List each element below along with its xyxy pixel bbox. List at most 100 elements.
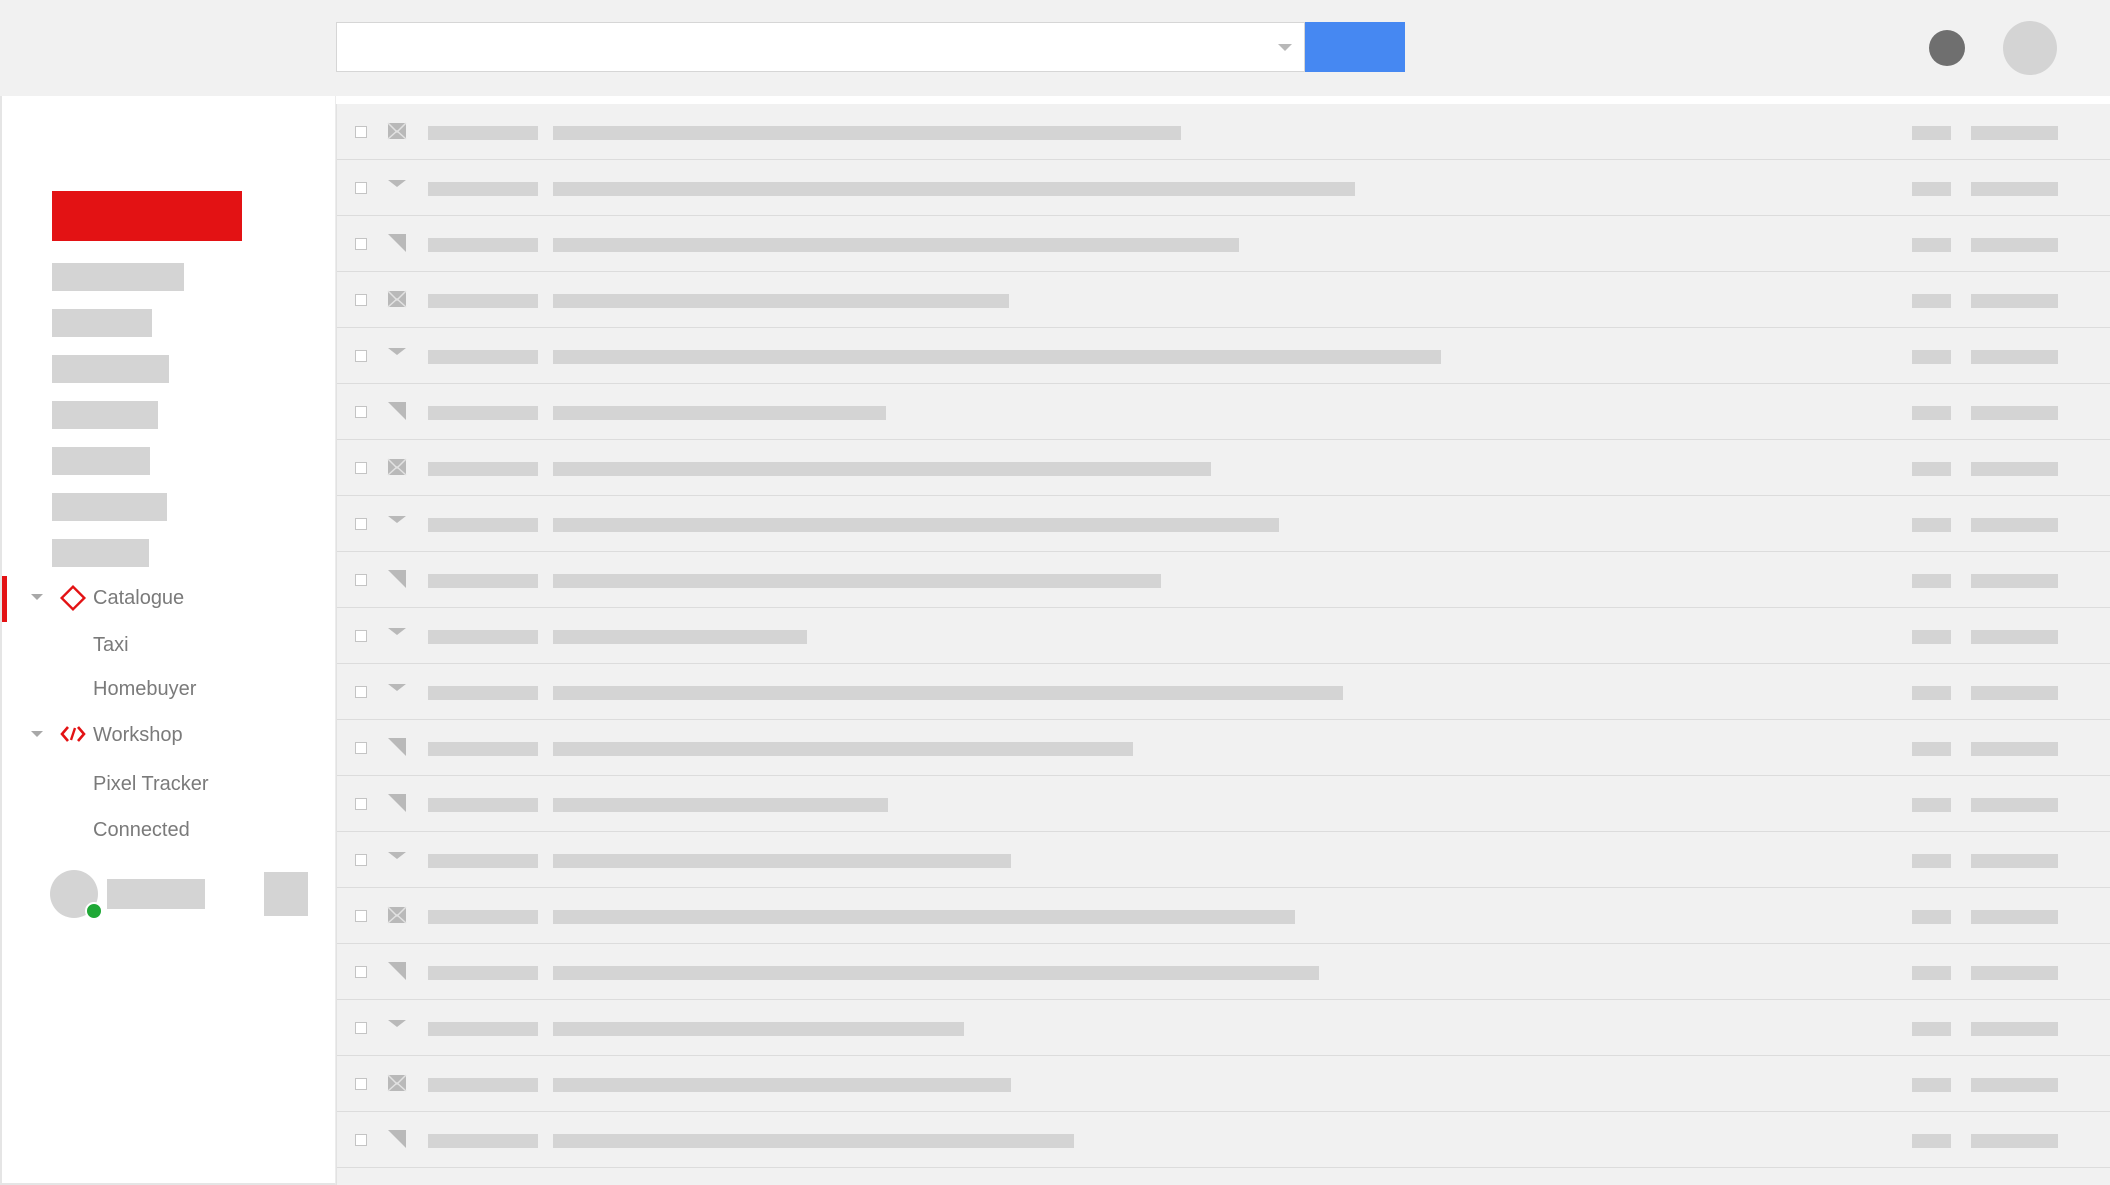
search-input[interactable] [337,23,1304,71]
date-placeholder [1971,406,2058,420]
row-checkbox[interactable] [355,966,367,978]
row-checkbox[interactable] [355,238,367,250]
user-menu-button[interactable] [264,872,308,916]
tag-placeholder [1912,350,1951,364]
subject-placeholder [553,182,1355,196]
top-bar [0,0,2110,96]
row-checkbox[interactable] [355,630,367,642]
table-row[interactable] [337,888,2110,944]
row-checkbox[interactable] [355,294,367,306]
chevron-down-icon[interactable] [1278,44,1292,51]
table-row[interactable] [337,272,2110,328]
status-dot-icon[interactable] [1929,30,1965,66]
sender-placeholder [428,406,538,420]
date-placeholder [1971,798,2058,812]
row-checkbox[interactable] [355,798,367,810]
chevron-down-icon[interactable] [31,731,43,737]
flag-icon [388,1130,406,1148]
subject-placeholder [553,574,1161,588]
table-row[interactable] [337,384,2110,440]
row-checkbox[interactable] [355,126,367,138]
triangle-down-icon [388,684,406,691]
row-checkbox[interactable] [355,406,367,418]
row-checkbox[interactable] [355,182,367,194]
envelope-icon [387,1074,407,1092]
table-row[interactable] [337,944,2110,1000]
table-row[interactable] [337,1112,2110,1168]
row-checkbox[interactable] [355,1078,367,1090]
tag-placeholder [1912,686,1951,700]
sidebar-item[interactable] [52,263,184,291]
table-row[interactable] [337,1000,2110,1056]
row-checkbox[interactable] [355,910,367,922]
row-checkbox[interactable] [355,1134,367,1146]
table-row[interactable] [337,832,2110,888]
row-checkbox[interactable] [355,686,367,698]
tag-placeholder [1912,126,1951,140]
sidebar-item[interactable] [52,447,150,475]
table-row[interactable] [337,328,2110,384]
tag-placeholder [1912,910,1951,924]
date-placeholder [1971,182,2058,196]
flag-icon [388,402,406,420]
profile-avatar[interactable] [2003,21,2057,75]
subject-placeholder [553,126,1181,140]
subject-placeholder [553,350,1441,364]
subject-placeholder [553,518,1279,532]
mail-app: Catalogue Taxi Homebuyer Workshop Pixel … [0,0,2110,1185]
table-row[interactable] [337,104,2110,160]
subject-placeholder [553,742,1133,756]
folder-label-catalogue[interactable]: Catalogue [93,586,184,610]
compose-button[interactable] [52,191,242,241]
sender-placeholder [428,798,538,812]
search-button[interactable] [1305,22,1405,72]
date-placeholder [1971,462,2058,476]
subfolder-connected[interactable]: Connected [93,818,190,842]
date-placeholder [1971,238,2058,252]
table-row[interactable] [337,496,2110,552]
date-placeholder [1971,742,2058,756]
sender-placeholder [428,294,538,308]
sidebar-item[interactable] [52,355,169,383]
table-row[interactable] [337,664,2110,720]
subfolder-homebuyer[interactable]: Homebuyer [93,677,196,701]
sender-placeholder [428,350,538,364]
sender-placeholder [428,238,538,252]
envelope-icon [387,122,407,140]
subject-placeholder [553,406,886,420]
sidebar-item[interactable] [52,493,167,521]
sidebar-item[interactable] [52,309,152,337]
folder-label-workshop[interactable]: Workshop [93,723,183,747]
table-row[interactable] [337,776,2110,832]
diamond-icon [59,584,87,612]
subfolder-pixel-tracker[interactable]: Pixel Tracker [93,772,209,796]
subject-placeholder [553,1022,964,1036]
row-checkbox[interactable] [355,462,367,474]
table-row[interactable] [337,552,2110,608]
subfolder-taxi[interactable]: Taxi [93,633,129,657]
search-box[interactable] [336,22,1305,72]
subject-placeholder [553,1134,1074,1148]
table-row[interactable] [337,720,2110,776]
sender-placeholder [428,966,538,980]
sender-placeholder [428,182,538,196]
date-placeholder [1971,518,2058,532]
table-row[interactable] [337,160,2110,216]
tag-placeholder [1912,574,1951,588]
row-checkbox[interactable] [355,518,367,530]
chevron-down-icon[interactable] [31,594,43,600]
sender-placeholder [428,742,538,756]
row-checkbox[interactable] [355,350,367,362]
table-row[interactable] [337,440,2110,496]
sidebar-item[interactable] [52,539,149,567]
table-row[interactable] [337,216,2110,272]
triangle-down-icon [388,1020,406,1027]
row-checkbox[interactable] [355,1022,367,1034]
sidebar-item[interactable] [52,401,158,429]
sender-placeholder [428,854,538,868]
row-checkbox[interactable] [355,574,367,586]
row-checkbox[interactable] [355,742,367,754]
table-row[interactable] [337,1056,2110,1112]
row-checkbox[interactable] [355,854,367,866]
table-row[interactable] [337,608,2110,664]
